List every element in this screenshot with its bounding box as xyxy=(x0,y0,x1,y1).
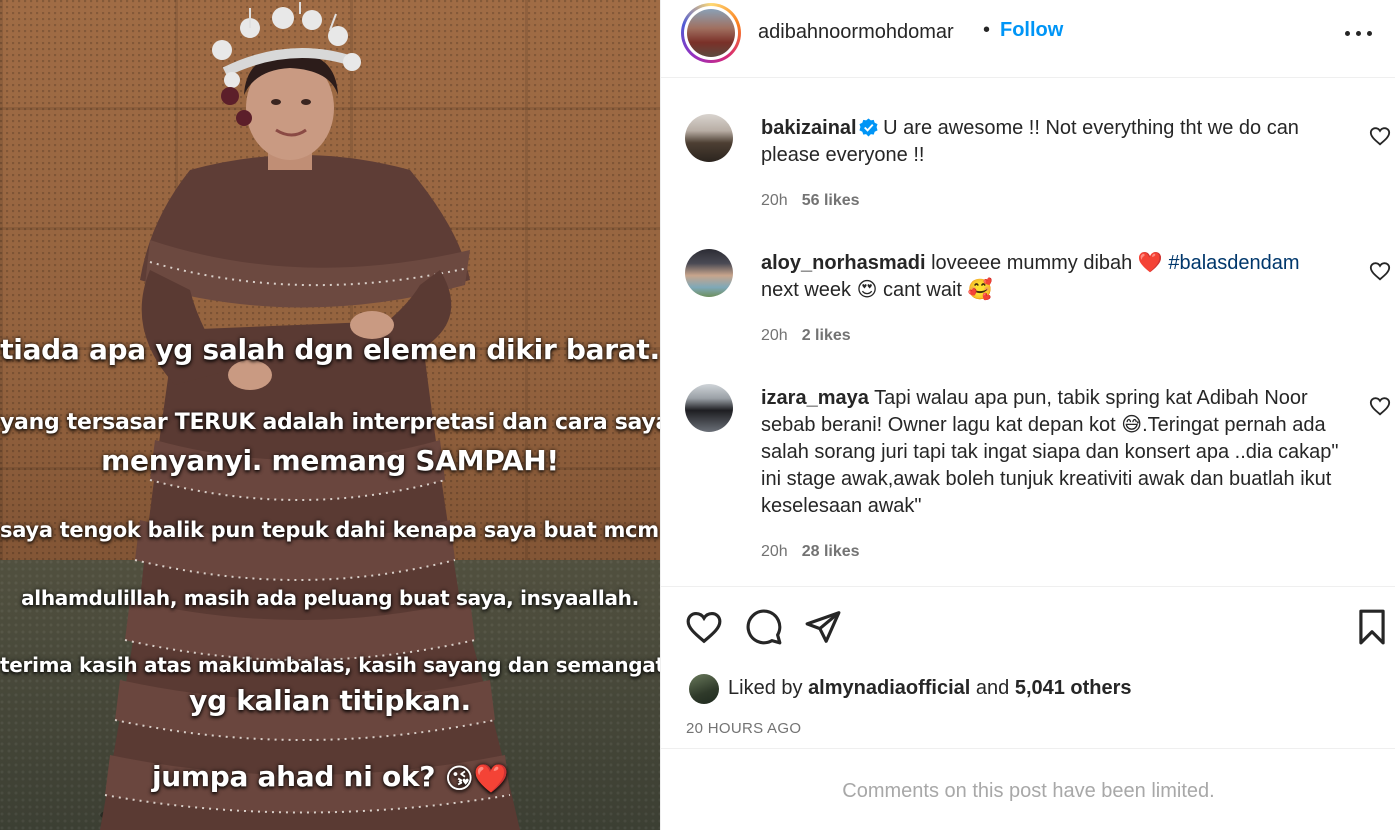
liked-by-avatar[interactable] xyxy=(689,674,719,704)
comment-likes[interactable]: 28 likes xyxy=(802,543,860,560)
comments-limited-notice: Comments on this post have been limited. xyxy=(661,748,1395,830)
comment-body-part: next week xyxy=(761,279,857,301)
send-icon[interactable] xyxy=(804,608,842,646)
comment-heart-icon[interactable] xyxy=(1369,125,1391,147)
comment-username[interactable]: aloy_norhasmadi xyxy=(761,252,926,274)
heart-icon[interactable] xyxy=(685,608,723,646)
post-side-panel: adibahnoormohdomar • Follow bakizainal U… xyxy=(660,0,1395,830)
verified-badge-icon xyxy=(859,118,878,137)
liked-by-middle: and xyxy=(970,677,1015,699)
commenter-avatar[interactable] xyxy=(685,249,733,297)
hashtag-link[interactable]: #balasdendam xyxy=(1168,252,1299,274)
comment-text: bakizainal U are awesome !! Not everythi… xyxy=(761,115,1341,169)
comment-heart-icon[interactable] xyxy=(1369,395,1391,417)
comments-list[interactable]: bakizainal U are awesome !! Not everythi… xyxy=(661,79,1395,587)
liked-by-text: Liked by almynadiaofficial and 5,041 oth… xyxy=(728,677,1132,700)
comment-likes[interactable]: 2 likes xyxy=(802,327,851,344)
comment-meta: 20h 56 likes xyxy=(761,192,860,210)
liked-by-prefix: Liked by xyxy=(728,677,809,699)
post-image[interactable]: tiada apa yg salah dgn elemen dikir bara… xyxy=(0,0,660,830)
kiss-heart-emoji: 😘❤️ xyxy=(444,761,509,795)
comment-body-part: cant wait xyxy=(877,279,968,301)
comment-body-part: loveeee mummy dibah xyxy=(931,252,1138,274)
commenter-avatar[interactable] xyxy=(685,114,733,162)
more-horizontal-icon[interactable] xyxy=(1344,18,1374,48)
sweat-smile-emoji: 😅 xyxy=(1121,414,1143,436)
comment-time[interactable]: 20h xyxy=(761,192,788,209)
liked-by-others[interactable]: 5,041 others xyxy=(1015,677,1132,699)
comment-heart-icon[interactable] xyxy=(1369,260,1391,282)
comment-likes[interactable]: 56 likes xyxy=(802,192,860,209)
smiling-hearts-emoji: 🥰 xyxy=(967,279,993,301)
red-heart-emoji: ❤️ xyxy=(1137,252,1163,274)
overlay-line-6: terima kasih atas maklumbalas, kasih say… xyxy=(0,653,660,677)
overlay-line-4: saya tengok balik pun tepuk dahi kenapa … xyxy=(0,518,660,542)
heart-eyes-emoji: 😍 xyxy=(856,279,878,301)
author-avatar[interactable] xyxy=(681,3,741,63)
comment-time[interactable]: 20h xyxy=(761,543,788,560)
comment-time[interactable]: 20h xyxy=(761,327,788,344)
liked-by-user[interactable]: almynadiaofficial xyxy=(808,677,970,699)
commenter-avatar[interactable] xyxy=(685,384,733,432)
comment-text: aloy_norhasmadi loveeee mummy dibah ❤️ #… xyxy=(761,250,1341,304)
post-action-bar xyxy=(661,600,1395,656)
comment-username[interactable]: bakizainal xyxy=(761,117,857,139)
comment-username[interactable]: izara_maya xyxy=(761,387,869,409)
post-timestamp[interactable]: 20 HOURS AGO xyxy=(686,720,801,737)
overlay-line-5: alhamdulillah, masih ada peluang buat sa… xyxy=(21,586,639,610)
follow-button[interactable]: Follow xyxy=(1000,19,1063,42)
post-header: adibahnoormohdomar • Follow xyxy=(661,0,1395,78)
overlay-line-2: yang tersasar TERUK adalah interpretasi … xyxy=(0,410,660,435)
comment-icon[interactable] xyxy=(745,608,783,646)
overlay-line-3: menyanyi. memang SAMPAH! xyxy=(101,444,559,477)
comment-text: izara_maya Tapi walau apa pun, tabik spr… xyxy=(761,385,1341,520)
author-username[interactable]: adibahnoormohdomar xyxy=(758,21,954,44)
header-separator: • xyxy=(983,19,991,41)
comment-meta: 20h 28 likes xyxy=(761,543,860,561)
overlay-line-8: jumpa ahad ni ok? 😘❤️ xyxy=(0,760,660,795)
comment-meta: 20h 2 likes xyxy=(761,327,851,345)
overlay-line-1: tiada apa yg salah dgn elemen dikir bara… xyxy=(0,333,660,366)
bookmark-icon[interactable] xyxy=(1353,608,1391,646)
overlay-line-7: yg kalian titipkan. xyxy=(189,684,471,717)
overlay-line-8-text: jumpa ahad ni ok? xyxy=(151,760,436,793)
